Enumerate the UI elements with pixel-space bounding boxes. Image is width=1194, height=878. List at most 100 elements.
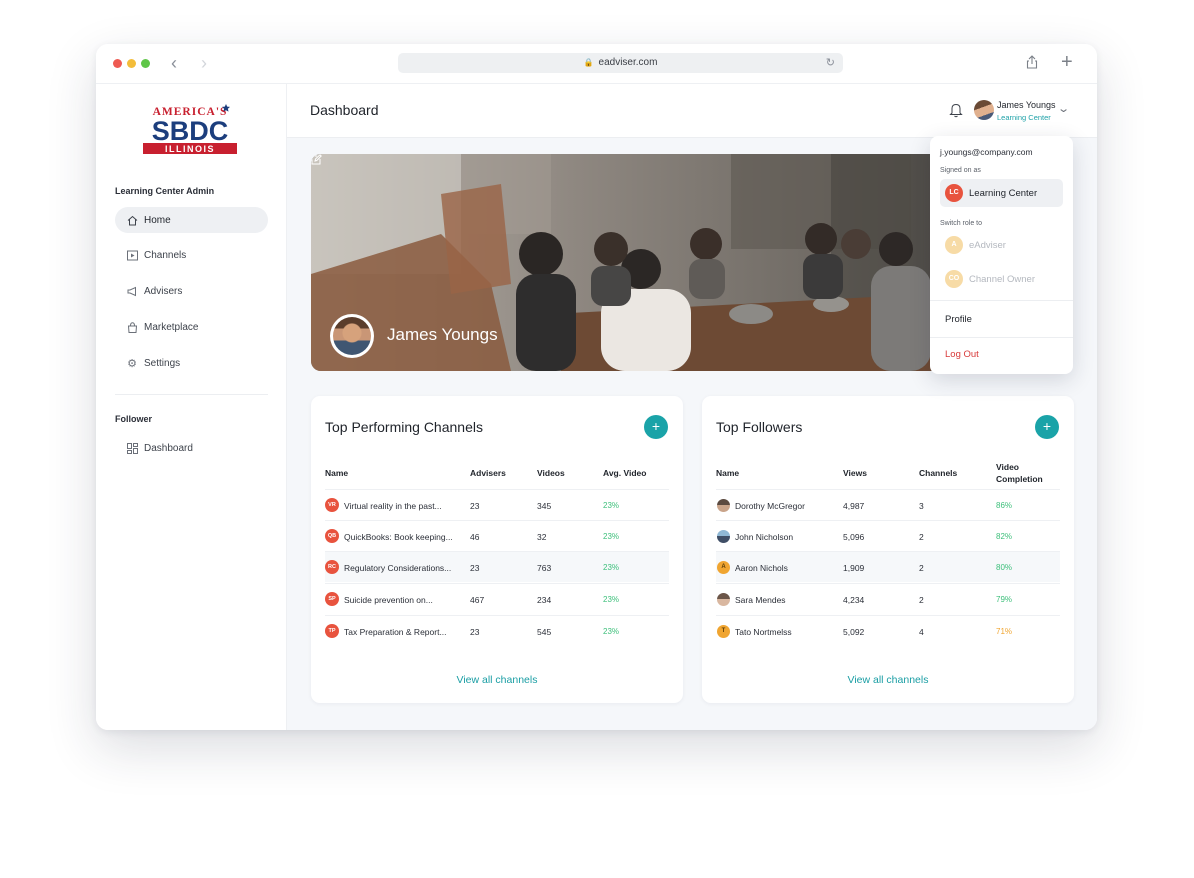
role-badge: LC [945, 184, 963, 202]
views-count: 1,909 [843, 563, 865, 573]
table-row[interactable]: TP Tax Preparation & Report... 23 545 23… [325, 615, 669, 646]
back-arrow-icon[interactable]: ‹ [171, 53, 177, 73]
svg-text:SBDC: SBDC [152, 116, 229, 146]
role-label: Channel Owner [969, 273, 1036, 285]
completion-value: 71% [996, 627, 1013, 636]
table-row[interactable]: VR Virtual reality in the past... 23 345… [325, 489, 669, 520]
view-all-channels-link[interactable]: View all channels [311, 674, 683, 686]
avg-video-value: 23% [603, 595, 620, 604]
channel-name: Tax Preparation & Report... [344, 627, 447, 637]
follower-name: Dorothy McGregor [735, 501, 805, 511]
follower-label: Follower [115, 414, 153, 424]
avg-video-value: 23% [603, 627, 620, 636]
avg-video-value: 23% [603, 563, 620, 572]
close-window-button[interactable] [113, 59, 122, 68]
browser-toolbar: ‹ › 🔒 eadviser.com ↻ + [96, 44, 1097, 84]
sidebar-item-marketplace[interactable]: Marketplace [115, 314, 268, 340]
logout-link[interactable]: Log Out [945, 349, 979, 360]
views-count: 4,234 [843, 595, 865, 605]
channel-name: Regulatory Considerations... [344, 563, 452, 573]
svg-text:ILLINOIS: ILLINOIS [165, 144, 215, 154]
channel-name: QuickBooks: Book keeping... [344, 532, 453, 542]
gear-icon: ⚙ [127, 357, 137, 370]
table-row[interactable]: Sara Mendes 4,234 2 79% [716, 583, 1060, 614]
channel-badge: QB [325, 529, 339, 543]
sidebar-item-advisers[interactable]: Advisers [115, 278, 268, 304]
table-row[interactable]: A Aaron Nichols 1,909 2 80% [716, 551, 1060, 582]
sidebar-item-channels[interactable]: Channels [115, 242, 268, 268]
address-bar[interactable]: 🔒 eadviser.com ↻ [398, 53, 843, 73]
role-badge: A [945, 236, 963, 254]
channel-name: Virtual reality in the past... [344, 501, 442, 511]
share-icon[interactable] [1026, 55, 1038, 69]
top-bar: Dashboard James Youngs Learning Center ⌄ [287, 84, 1097, 138]
completion-value: 82% [996, 532, 1013, 541]
sidebar-item-label: Settings [144, 357, 181, 369]
profile-avatar [330, 314, 374, 358]
advisers-count: 467 [470, 595, 485, 605]
menu-divider [930, 300, 1073, 301]
bell-icon[interactable] [949, 102, 963, 118]
role-label: Learning Center [969, 187, 1038, 199]
switch-role-eadviser[interactable]: A eAdviser [940, 231, 1063, 259]
views-count: 5,092 [843, 627, 865, 637]
sidebar-item-label: Home [144, 214, 171, 226]
signed-on-label: Signed on as [940, 167, 981, 174]
table-row[interactable]: RC Regulatory Considerations... 23 763 2… [325, 551, 669, 582]
url-text: eadviser.com [598, 57, 658, 68]
table-row[interactable]: T Tato Nortmelss 5,092 4 71% [716, 615, 1060, 646]
channel-badge: TP [325, 624, 339, 638]
bag-icon [126, 321, 138, 333]
advisers-count: 23 [470, 563, 480, 573]
completion-value: 80% [996, 563, 1013, 572]
card-title: Top Performing Channels [325, 419, 483, 435]
column-header: Channels [919, 468, 958, 478]
column-header: Completion [996, 474, 1043, 484]
channels-count: 2 [919, 595, 924, 605]
user-role[interactable]: Learning Center [997, 113, 1051, 122]
profile-name: James Youngs [387, 325, 498, 344]
sidebar-item-settings[interactable]: ⚙ Settings [115, 350, 268, 376]
add-channel-button[interactable]: + [644, 415, 668, 439]
role-label: eAdviser [969, 239, 1006, 251]
minimize-window-button[interactable] [127, 59, 136, 68]
completion-value: 79% [996, 595, 1013, 604]
maximize-window-button[interactable] [141, 59, 150, 68]
switch-role-channel-owner[interactable]: CO Channel Owner [940, 265, 1063, 293]
advisers-count: 46 [470, 532, 480, 542]
view-all-channels-link[interactable]: View all channels [702, 674, 1074, 686]
follower-avatar [717, 593, 730, 606]
current-role-learning-center[interactable]: LC Learning Center [940, 179, 1063, 207]
profile-link[interactable]: Profile [945, 314, 972, 325]
table-row[interactable]: SP Suicide prevention on... 467 234 23% [325, 583, 669, 614]
user-name[interactable]: James Youngs [997, 100, 1056, 110]
channels-count: 4 [919, 627, 924, 637]
edit-icon[interactable] [311, 154, 322, 165]
sidebar-item-home[interactable]: Home [115, 207, 268, 233]
reload-icon[interactable]: ↻ [826, 53, 835, 73]
sidebar-item-follower-dashboard[interactable]: Dashboard [115, 435, 268, 461]
videos-count: 234 [537, 595, 552, 605]
user-avatar[interactable] [974, 100, 994, 120]
column-header: Name [716, 468, 740, 478]
forward-arrow-icon[interactable]: › [201, 53, 207, 73]
new-tab-icon[interactable]: + [1061, 50, 1073, 74]
follower-name: Tato Nortmelss [735, 627, 792, 637]
column-header: Advisers [470, 468, 506, 478]
table-row[interactable]: John Nicholson 5,096 2 82% [716, 520, 1060, 551]
views-count: 4,987 [843, 501, 865, 511]
add-follower-button[interactable]: + [1035, 415, 1059, 439]
column-header: Video [996, 462, 1019, 472]
column-header: Views [843, 468, 867, 478]
follower-initial-avatar: A [717, 561, 730, 574]
play-icon [126, 249, 138, 261]
videos-count: 345 [537, 501, 552, 511]
table-row[interactable]: Dorothy McGregor 4,987 3 86% [716, 489, 1060, 520]
chevron-down-icon[interactable]: ⌄ [1057, 102, 1070, 115]
switch-role-label: Switch role to [940, 220, 983, 227]
channels-count: 3 [919, 501, 924, 511]
avg-video-value: 23% [603, 532, 620, 541]
sidebar-item-label: Advisers [144, 285, 183, 297]
videos-count: 545 [537, 627, 552, 637]
table-row[interactable]: QB QuickBooks: Book keeping... 46 32 23% [325, 520, 669, 551]
